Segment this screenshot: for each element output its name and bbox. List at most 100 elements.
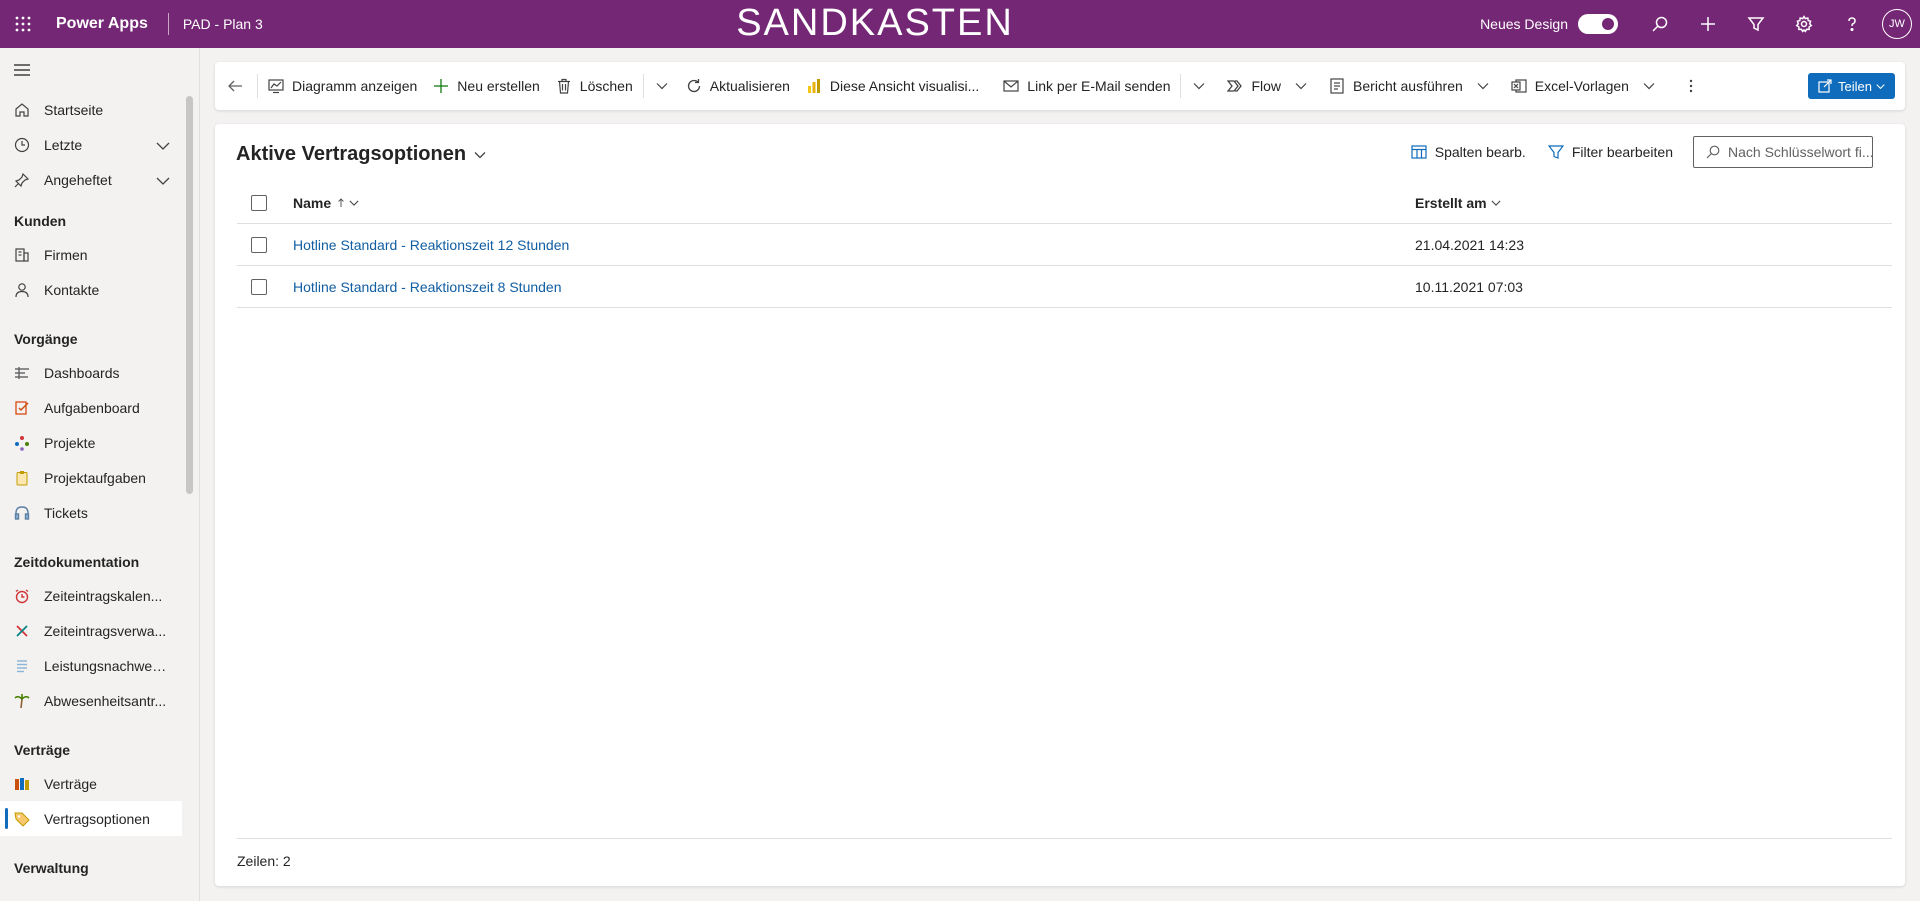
sidebar-item-vertragsoptionen[interactable]: Vertragsoptionen xyxy=(0,801,182,836)
clock-icon xyxy=(14,137,30,153)
search-icon[interactable] xyxy=(1636,0,1684,48)
projects-icon xyxy=(14,435,30,451)
tools-icon xyxy=(14,623,30,639)
record-link[interactable]: Hotline Standard - Reaktionszeit 12 Stun… xyxy=(293,237,569,253)
chevron-down-icon[interactable] xyxy=(156,138,170,154)
data-grid: Name Erstellt am Hotline Standard - Reak… xyxy=(237,182,1892,308)
new-design-toggle[interactable] xyxy=(1578,14,1618,34)
filter-icon[interactable] xyxy=(1732,0,1780,48)
app-launcher-icon[interactable] xyxy=(0,0,46,48)
app-name[interactable]: PAD - Plan 3 xyxy=(179,16,263,32)
sidebar-item-projektaufgaben[interactable]: Projektaufgaben xyxy=(0,460,182,495)
record-link[interactable]: Hotline Standard - Reaktionszeit 8 Stund… xyxy=(293,279,562,295)
person-icon xyxy=(14,282,30,298)
column-header-created[interactable]: Erstellt am xyxy=(1415,195,1501,211)
view-title: Aktive Vertragsoptionen xyxy=(236,143,467,165)
new-button[interactable]: Neu erstellen xyxy=(425,62,548,110)
flow-label: Flow xyxy=(1251,78,1282,94)
row-checkbox[interactable] xyxy=(251,278,267,295)
refresh-button[interactable]: Aktualisieren xyxy=(678,62,798,110)
excel-templates-dropdown[interactable] xyxy=(1637,62,1661,110)
back-button[interactable] xyxy=(215,62,255,110)
divider xyxy=(1180,74,1182,98)
divider xyxy=(642,74,644,98)
delete-button[interactable]: Löschen xyxy=(548,62,641,110)
divider xyxy=(167,13,169,35)
chevron-down-icon[interactable] xyxy=(156,173,170,189)
search-placeholder: Nach Schlüsselwort fi... xyxy=(1728,144,1873,160)
sidebar-item-vertraege[interactable]: Verträge xyxy=(0,766,182,801)
visualize-view-button[interactable]: Diese Ansicht visualisi... xyxy=(798,62,987,110)
sidebar-scrollbar[interactable] xyxy=(186,96,193,494)
sidebar-item-letzte[interactable]: Letzte xyxy=(0,127,182,162)
sidebar-item-projekte[interactable]: Projekte xyxy=(0,425,182,460)
plus-icon[interactable] xyxy=(1684,0,1732,48)
chevron-down-icon xyxy=(1876,83,1885,89)
show-chart-button[interactable]: Diagramm anzeigen xyxy=(260,62,425,110)
column-header-name[interactable]: Name xyxy=(293,195,359,211)
table-row[interactable]: Hotline Standard - Reaktionszeit 12 Stun… xyxy=(237,224,1892,266)
main-panel: Aktive Vertragsoptionen Spalten bearb. F… xyxy=(215,124,1905,886)
row-checkbox[interactable] xyxy=(251,236,267,253)
delete-label: Löschen xyxy=(579,78,633,94)
table-row[interactable]: Hotline Standard - Reaktionszeit 8 Stund… xyxy=(237,266,1892,308)
more-delete-options-button[interactable] xyxy=(646,62,678,110)
pin-icon xyxy=(14,172,30,188)
environment-name: SANDKASTEN xyxy=(736,2,1014,44)
email-link-icon xyxy=(1003,80,1019,92)
more-vertical-icon xyxy=(1689,79,1693,93)
dashboard-icon xyxy=(14,365,30,381)
top-bar: Power Apps PAD - Plan 3 SANDKASTEN Neues… xyxy=(0,0,1920,48)
cell-created: 10.11.2021 07:03 xyxy=(1415,279,1523,295)
chevron-down-icon xyxy=(656,83,668,90)
sidebar-item-startseite[interactable]: Startseite xyxy=(0,92,182,127)
sidebar-item-firmen[interactable]: Firmen xyxy=(0,237,182,272)
chevron-down-icon xyxy=(1194,83,1205,90)
palm-tree-icon xyxy=(14,693,30,709)
edit-filters-button[interactable]: Filter bearbeiten xyxy=(1547,144,1673,160)
flow-dropdown[interactable] xyxy=(1289,62,1313,110)
columns-icon xyxy=(1411,145,1427,159)
show-chart-label: Diagramm anzeigen xyxy=(292,78,418,94)
trash-icon xyxy=(557,78,570,94)
cell-name: Hotline Standard - Reaktionszeit 8 Stund… xyxy=(293,279,562,295)
more-email-options-button[interactable] xyxy=(1183,62,1215,110)
chevron-down-icon xyxy=(1477,83,1489,90)
sidebar-item-leistungsnachweise[interactable]: Leistungsnachweise xyxy=(0,648,182,683)
select-all-checkbox[interactable] xyxy=(251,194,267,211)
more-commands-button[interactable] xyxy=(1675,62,1707,110)
new-label: Neu erstellen xyxy=(457,78,540,94)
sidebar-item-label: Tickets xyxy=(44,504,88,521)
run-report-button[interactable]: Bericht ausführen xyxy=(1321,62,1471,110)
gear-icon[interactable] xyxy=(1780,0,1828,48)
flow-button[interactable]: Flow xyxy=(1219,62,1289,110)
edit-columns-button[interactable]: Spalten bearb. xyxy=(1411,144,1526,160)
sidebar-item-zeiteintragskalender[interactable]: Zeiteintragskalen... xyxy=(0,578,182,613)
email-link-label: Link per E-Mail senden xyxy=(1027,78,1171,94)
share-button[interactable]: Teilen xyxy=(1808,73,1895,99)
sidebar-item-tickets[interactable]: Tickets xyxy=(0,495,182,530)
help-icon[interactable] xyxy=(1828,0,1876,48)
visualize-view-label: Diese Ansicht visualisi... xyxy=(829,78,980,94)
sidebar-group-vertraege: Verträge xyxy=(14,742,71,758)
share-label: Teilen xyxy=(1838,78,1872,94)
email-link-button[interactable]: Link per E-Mail senden xyxy=(995,62,1178,110)
run-report-dropdown[interactable] xyxy=(1471,62,1495,110)
sidebar-item-angeheftet[interactable]: Angeheftet xyxy=(0,162,182,197)
sidebar-item-abwesenheitsantraege[interactable]: Abwesenheitsantr... xyxy=(0,683,182,718)
list-icon xyxy=(14,658,30,674)
sidebar-item-kontakte[interactable]: Kontakte xyxy=(0,272,182,307)
sidebar-item-aufgabenboard[interactable]: Aufgabenboard xyxy=(0,390,182,425)
brand-name[interactable]: Power Apps xyxy=(46,15,158,33)
sidebar-item-zeiteintragsverwaltung[interactable]: Zeiteintragsverwa... xyxy=(0,613,182,648)
hamburger-menu-icon[interactable] xyxy=(0,48,199,92)
command-bar: Diagramm anzeigen Neu erstellen Löschen … xyxy=(215,62,1905,110)
sidebar-item-label: Aufgabenboard xyxy=(44,399,140,416)
sidebar-item-dashboards[interactable]: Dashboards xyxy=(0,355,182,390)
view-selector[interactable]: Aktive Vertragsoptionen xyxy=(236,143,486,166)
excel-templates-button[interactable]: Excel-Vorlagen xyxy=(1503,62,1637,110)
grid-footer: Zeilen: 2 xyxy=(237,838,1892,869)
keyword-search-input[interactable]: Nach Schlüsselwort fi... xyxy=(1693,136,1873,168)
refresh-label: Aktualisieren xyxy=(709,78,790,94)
avatar[interactable]: JW xyxy=(1882,9,1912,39)
